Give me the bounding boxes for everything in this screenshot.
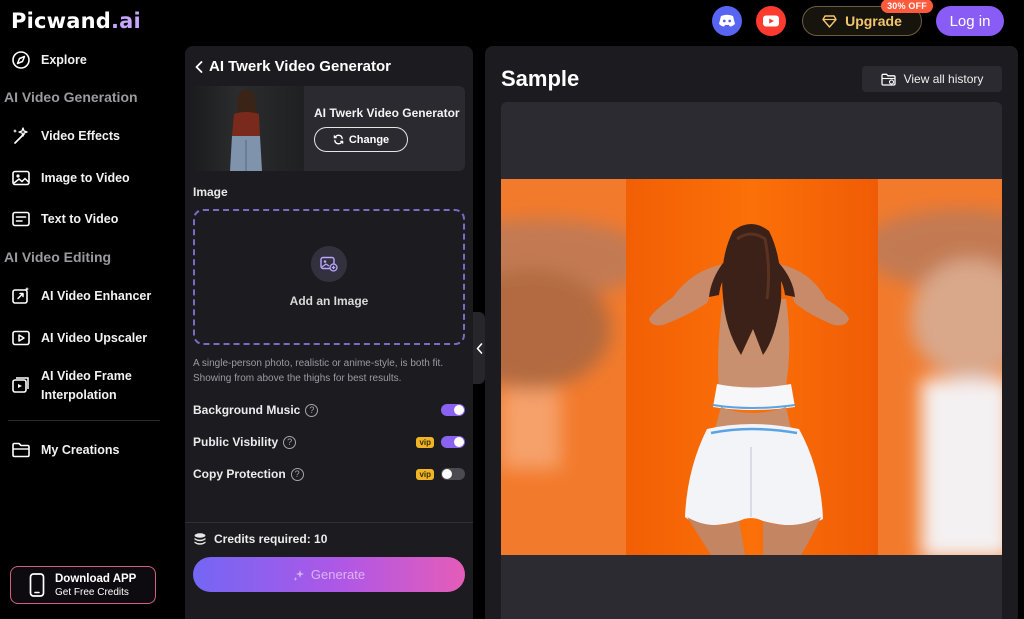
sidebar-item-label: Text to Video <box>41 212 119 226</box>
header-actions: Upgrade 30% OFF Log in <box>712 0 1004 37</box>
sidebar-item-label: Video Effects <box>41 129 120 143</box>
page-title: AI Twerk Video Generator <box>209 58 391 75</box>
sparkle-icon <box>293 569 304 581</box>
sample-video-container <box>501 102 1002 619</box>
vip-badge: vip <box>416 468 434 480</box>
model-card: AI Twerk Video Generator Change <box>193 86 465 171</box>
credits-required: Credits required: 10 <box>193 532 327 546</box>
discount-badge: 30% OFF <box>881 0 933 13</box>
sidebar-item-video-effects[interactable]: Video Effects <box>11 126 120 146</box>
option-label: Copy Protection <box>193 467 286 481</box>
upgrade-button[interactable]: Upgrade 30% OFF <box>802 0 933 36</box>
sidebar-item-frame-interpolation[interactable]: AI Video Frame Interpolation <box>11 367 132 405</box>
sidebar-item-label: AI Video Upscaler <box>41 331 148 345</box>
login-button[interactable]: Log in <box>936 6 1004 36</box>
download-app-button[interactable]: Download APP Get Free Credits <box>10 566 156 604</box>
option-label: Background Music <box>193 403 301 417</box>
image-icon <box>12 170 30 186</box>
view-history-button[interactable]: View all history <box>862 66 1002 92</box>
sidebar-item-my-creations[interactable]: My Creations <box>11 440 120 460</box>
history-folder-icon <box>880 73 896 86</box>
help-icon[interactable]: ? <box>290 467 304 481</box>
sidebar-item-label: AI Video Enhancer <box>41 289 152 303</box>
back-button[interactable]: AI Twerk Video Generator <box>195 58 391 75</box>
diamond-icon <box>822 14 837 28</box>
download-subtitle: Get Free Credits <box>55 586 129 598</box>
copy-protection-toggle[interactable] <box>441 468 465 480</box>
change-model-button[interactable]: Change <box>314 127 408 152</box>
option-controls: vip <box>416 468 465 480</box>
sidebar-item-explore[interactable]: Explore <box>11 50 87 70</box>
toggle-knob <box>454 437 464 447</box>
add-image-icon <box>311 246 347 282</box>
download-title: Download APP <box>55 572 137 585</box>
option-controls: vip <box>416 436 465 448</box>
logo-text: Picwand <box>11 9 111 33</box>
option-background-music: Background Music ? <box>193 401 465 419</box>
label-line-1: AI Video Frame <box>41 369 132 383</box>
model-name: AI Twerk Video Generator <box>314 106 460 120</box>
section-heading-editing: AI Video Editing <box>4 249 112 265</box>
sidebar-item-label: Image to Video <box>41 171 130 185</box>
model-thumbnail <box>193 86 304 171</box>
vip-badge: vip <box>416 436 434 448</box>
sample-video[interactable] <box>501 179 1002 555</box>
help-icon[interactable]: ? <box>283 435 297 449</box>
sidebar-item-label: Explore <box>41 53 87 67</box>
phone-icon <box>29 573 45 597</box>
chevron-left-icon <box>476 342 482 354</box>
compass-icon <box>12 51 30 69</box>
upload-hint: A single-person photo, realistic or anim… <box>193 358 444 384</box>
toggle-knob <box>442 469 452 479</box>
enhance-icon <box>12 287 29 304</box>
folder-icon <box>12 442 30 458</box>
background-music-toggle[interactable] <box>441 404 465 416</box>
picwand-logo[interactable]: Picwand .ai <box>11 6 141 36</box>
sample-panel: Sample View all history <box>485 46 1018 619</box>
sidebar-item-image-to-video[interactable]: Image to Video <box>11 168 130 188</box>
image-label: Image <box>193 185 228 199</box>
text-icon <box>12 211 30 227</box>
sidebar: Explore AI Video Generation Video Effect… <box>0 40 170 619</box>
discord-icon[interactable] <box>712 6 742 36</box>
credits-text: Credits required: 10 <box>214 532 328 546</box>
section-heading-generation: AI Video Generation <box>4 89 138 105</box>
upscale-icon <box>12 330 30 346</box>
label-line-2: Interpolation <box>41 388 117 402</box>
sidebar-item-label: AI Video Frame Interpolation <box>41 367 132 405</box>
sidebar-item-label: My Creations <box>41 443 120 457</box>
sidebar-item-text-to-video[interactable]: Text to Video <box>11 209 118 229</box>
sidebar-item-enhancer[interactable]: AI Video Enhancer <box>11 286 151 306</box>
option-label: Public Visbility <box>193 435 279 449</box>
generate-label: Generate <box>310 567 366 582</box>
generate-button[interactable]: Generate <box>193 557 465 592</box>
history-label: View all history <box>903 72 984 86</box>
download-text: Download APP Get Free Credits <box>55 573 136 598</box>
collapse-panel-button[interactable] <box>473 312 485 384</box>
image-upload-area[interactable]: Add an Image <box>193 209 465 345</box>
toggle-knob <box>454 405 464 415</box>
upgrade-label: Upgrade <box>845 13 902 29</box>
add-image-label: Add an Image <box>289 294 369 308</box>
magic-wand-icon <box>13 127 28 144</box>
public-visibility-toggle[interactable] <box>441 436 465 448</box>
refresh-icon <box>333 134 344 145</box>
youtube-icon[interactable] <box>756 6 786 36</box>
sidebar-divider <box>8 420 160 421</box>
frames-icon <box>12 377 29 393</box>
logo-ai-text: .ai <box>111 9 141 33</box>
change-label: Change <box>348 133 390 146</box>
sidebar-item-upscaler[interactable]: AI Video Upscaler <box>11 328 147 348</box>
sample-title: Sample <box>501 66 580 91</box>
panel-divider <box>185 522 473 523</box>
option-copy-protection: Copy Protection ? vip <box>193 465 465 483</box>
chevron-left-icon <box>195 60 203 73</box>
help-icon[interactable]: ? <box>305 403 319 417</box>
generator-panel: AI Twerk Video Generator AI Twerk Video … <box>185 46 473 619</box>
option-public-visibility: Public Visbility ? vip <box>193 433 465 451</box>
thumbnail-figure <box>230 89 262 171</box>
coins-icon <box>194 533 206 545</box>
option-controls <box>441 404 465 416</box>
